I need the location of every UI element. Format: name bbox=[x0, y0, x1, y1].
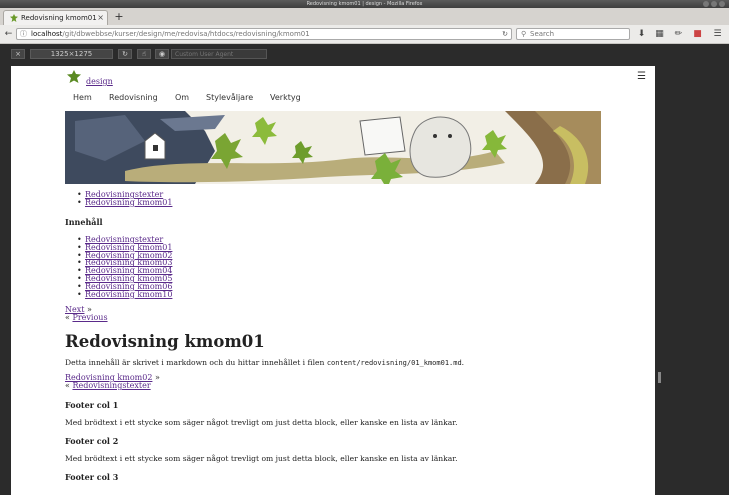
toc-link[interactable]: Redovisning kmom10 bbox=[77, 290, 172, 299]
responsive-toolbar: × 1325×1275 ↻ ☝ ◉ bbox=[0, 44, 729, 64]
url-text: localhost/git/dbwebbse/kurser/design/me/… bbox=[31, 29, 310, 39]
rotate-icon[interactable]: ↻ bbox=[118, 49, 132, 59]
footer-col-2-title: Footer col 2 bbox=[65, 436, 119, 446]
search-input[interactable] bbox=[530, 29, 625, 39]
prev-page-arrow: « bbox=[65, 381, 70, 390]
intro-code: content/redovisning/01_kmom01.md bbox=[326, 359, 462, 367]
intro-text: Detta innehåll är skrivet i markdown och… bbox=[65, 358, 325, 367]
download-icon[interactable]: ⬇ bbox=[636, 28, 647, 40]
toc-heading: Innehåll bbox=[65, 217, 103, 227]
window-titlebar: Redovisning kmom01 | design - Mozilla Fi… bbox=[0, 0, 729, 8]
tab-label: Redovisning kmom01 | design bbox=[21, 14, 97, 22]
navigation-toolbar: ← ⓘ localhost/git/dbwebbse/kurser/design… bbox=[0, 25, 729, 44]
addon-icon[interactable]: ■ bbox=[692, 28, 703, 40]
prev-arrow: « bbox=[65, 313, 70, 322]
size-selector[interactable]: 1325×1275 bbox=[30, 49, 113, 59]
menu-item-om[interactable]: Om bbox=[175, 93, 189, 102]
breadcrumb-link[interactable]: Redovisning kmom01 bbox=[77, 198, 172, 207]
menu-item-verktyg[interactable]: Verktyg bbox=[270, 93, 301, 102]
menu-item-hem[interactable]: Hem bbox=[73, 93, 92, 102]
footer-col-1-text: Med brödtext i ett stycke som säger någo… bbox=[65, 418, 458, 427]
header-banner-image bbox=[65, 111, 601, 184]
new-tab-button[interactable]: + bbox=[113, 11, 125, 23]
breadcrumb: Redovisningstexter Redovisning kmom01 bbox=[77, 191, 172, 207]
next-page-arrow: » bbox=[154, 373, 160, 382]
page-title: Redovisning kmom01 bbox=[65, 332, 265, 351]
page-viewport: design Hem Redovisning Om Stylevåljare V… bbox=[11, 66, 655, 495]
footer-col-2-text: Med brödtext i ett stycke som säger någo… bbox=[65, 454, 458, 463]
url-bar[interactable]: ⓘ localhost/git/dbwebbse/kurser/design/m… bbox=[16, 28, 512, 40]
tab-close-icon[interactable]: × bbox=[97, 11, 104, 25]
toc-pager: Next » « Previous bbox=[65, 306, 108, 322]
user-agent-input[interactable] bbox=[171, 49, 267, 59]
search-icon: ⚲ bbox=[521, 30, 527, 38]
url-path: /git/dbwebbse/kurser/design/me/redovisa/… bbox=[62, 30, 310, 38]
intro-end: . bbox=[461, 358, 465, 367]
tab-bar: Redovisning kmom01 | design × + bbox=[0, 8, 729, 26]
hamburger-menu-icon[interactable]: ☰ bbox=[637, 71, 646, 82]
maximize-button[interactable] bbox=[711, 1, 717, 7]
page-pager: Redovisning kmom02 » « Redovisningstexte… bbox=[65, 374, 160, 390]
camera-icon[interactable]: ◉ bbox=[155, 49, 169, 59]
search-bar[interactable]: ⚲ bbox=[516, 28, 630, 40]
logo-link[interactable]: design bbox=[86, 77, 113, 86]
intro-paragraph: Detta innehåll är skrivet i markdown och… bbox=[65, 358, 464, 367]
touch-icon[interactable]: ☝ bbox=[137, 49, 151, 59]
url-host: localhost bbox=[31, 30, 63, 38]
browser-tab[interactable]: Redovisning kmom01 | design × bbox=[3, 10, 108, 25]
leaf-logo-icon bbox=[67, 70, 81, 83]
footer-col-1-title: Footer col 1 bbox=[65, 400, 119, 410]
menu-item-redovisning[interactable]: Redovisning bbox=[109, 93, 158, 102]
close-window-button[interactable] bbox=[719, 1, 725, 7]
menu-icon[interactable]: ☰ bbox=[712, 28, 723, 40]
previous-link[interactable]: Previous bbox=[72, 313, 107, 322]
leaf-favicon-icon bbox=[10, 14, 18, 22]
footer-col-3-title: Footer col 3 bbox=[65, 472, 119, 482]
menu-item-stylevaljare[interactable]: Stylevåljare bbox=[206, 93, 253, 102]
eyedropper-icon[interactable]: ✏ bbox=[673, 28, 684, 40]
close-responsive-button[interactable]: × bbox=[11, 49, 25, 59]
viewport-resize-handle[interactable] bbox=[658, 372, 661, 383]
toc-list: Redovisningstexter Redovisning kmom01 Re… bbox=[77, 236, 172, 299]
reload-icon[interactable]: ↻ bbox=[502, 29, 508, 39]
minimize-button[interactable] bbox=[703, 1, 709, 7]
window-title: Redovisning kmom01 | design - Mozilla Fi… bbox=[306, 1, 423, 7]
site-info-icon[interactable]: ⓘ bbox=[20, 29, 27, 39]
previous-page-link[interactable]: Redovisningstexter bbox=[72, 381, 150, 390]
developer-icon[interactable]: ▦ bbox=[654, 28, 665, 40]
back-button-icon[interactable]: ← bbox=[3, 28, 14, 40]
